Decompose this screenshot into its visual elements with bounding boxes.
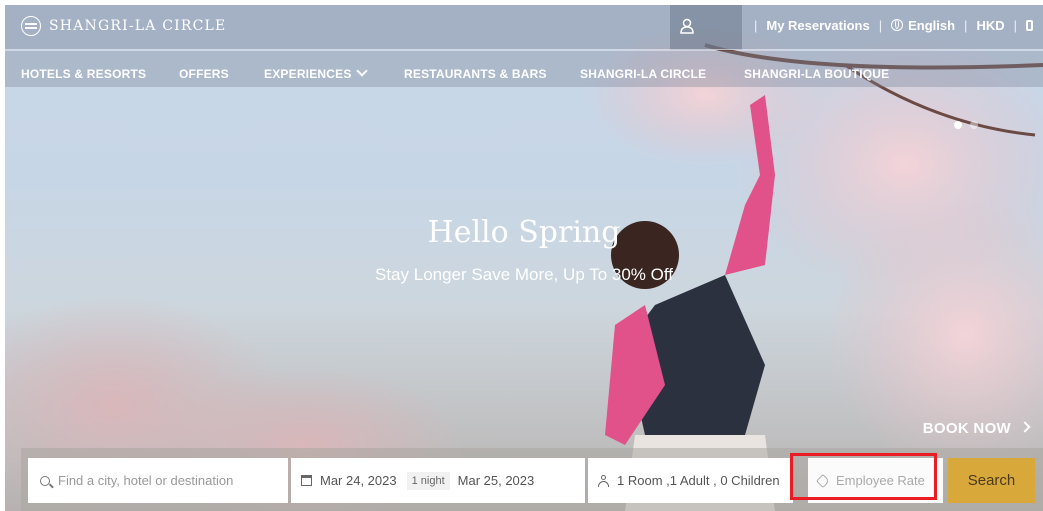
date-picker[interactable]: Mar 24, 2023 1 night Mar 25, 2023 (291, 458, 585, 503)
destination-field[interactable]: Find a city, hotel or destination (28, 458, 288, 503)
separator: | (1013, 18, 1017, 33)
currency-selector[interactable]: HKD (976, 18, 1004, 33)
hero-title: Hello Spring (427, 215, 621, 250)
mobile-icon[interactable] (1026, 20, 1033, 31)
language-label: English (908, 18, 956, 33)
book-now-link[interactable]: BOOK NOW (922, 420, 1031, 437)
guests-selector[interactable]: 1 Room ,1 Adult , 0 Children (588, 458, 793, 503)
main-nav: HOTELS & RESORTS OFFERS EXPERIENCES REST… (5, 51, 1043, 87)
carousel-dot[interactable] (970, 121, 978, 129)
nav-experiences-label: EXPERIENCES (264, 67, 352, 81)
search-button[interactable]: Search (948, 458, 1035, 503)
destination-placeholder: Find a city, hotel or destination (58, 473, 234, 488)
check-out-date[interactable]: Mar 25, 2023 (458, 473, 535, 488)
user-icon (680, 18, 694, 34)
hero-subtitle: Stay Longer Save More, Up To 30% Off (375, 265, 673, 284)
separator: | (964, 18, 968, 33)
globe-icon (891, 19, 904, 31)
book-now-label: BOOK NOW (922, 420, 1011, 437)
tag-icon (815, 473, 831, 488)
carousel-dot[interactable] (954, 121, 962, 129)
search-icon (40, 475, 50, 486)
utility-nav: | My Reservations | English | HKD | (754, 18, 1033, 33)
special-rate-field[interactable]: Employee Rate (808, 458, 943, 503)
account-button[interactable] (670, 5, 742, 50)
booking-bar: Find a city, hotel or destination Mar 24… (21, 448, 1043, 511)
guests-summary: 1 Room ,1 Adult , 0 Children (617, 473, 780, 488)
nav-shangri-la-circle[interactable]: SHANGRI-LA CIRCLE (580, 67, 706, 81)
chevron-down-icon (355, 65, 368, 77)
my-reservations-link[interactable]: My Reservations (766, 18, 869, 33)
top-bar: SHANGRI-LA CIRCLE | My Reservations | En… (5, 5, 1043, 50)
person-icon (598, 474, 609, 487)
logo[interactable]: SHANGRI-LA CIRCLE (21, 16, 226, 36)
nav-restaurants-bars[interactable]: RESTAURANTS & BARS (404, 67, 547, 81)
nights-badge: 1 night (406, 471, 450, 490)
nav-shangri-la-boutique[interactable]: SHANGRI-LA BOUTIQUE (744, 67, 889, 81)
nav-hotels-resorts[interactable]: HOTELS & RESORTS (21, 67, 146, 81)
nav-offers[interactable]: OFFERS (179, 67, 229, 81)
hero-banner: SHANGRI-LA CIRCLE | My Reservations | En… (5, 5, 1043, 511)
rate-placeholder: Employee Rate (836, 473, 925, 488)
nav-experiences[interactable]: EXPERIENCES (264, 65, 368, 81)
logo-icon (21, 16, 41, 36)
chevron-right-icon (1019, 421, 1031, 433)
separator: | (753, 18, 758, 33)
calendar-icon (301, 475, 312, 486)
header-divider (5, 49, 1043, 50)
language-selector[interactable]: English (891, 18, 955, 33)
check-in-date[interactable]: Mar 24, 2023 (320, 473, 397, 488)
carousel-indicators (954, 121, 978, 129)
separator: | (878, 18, 883, 33)
logo-text: SHANGRI-LA CIRCLE (49, 18, 227, 34)
